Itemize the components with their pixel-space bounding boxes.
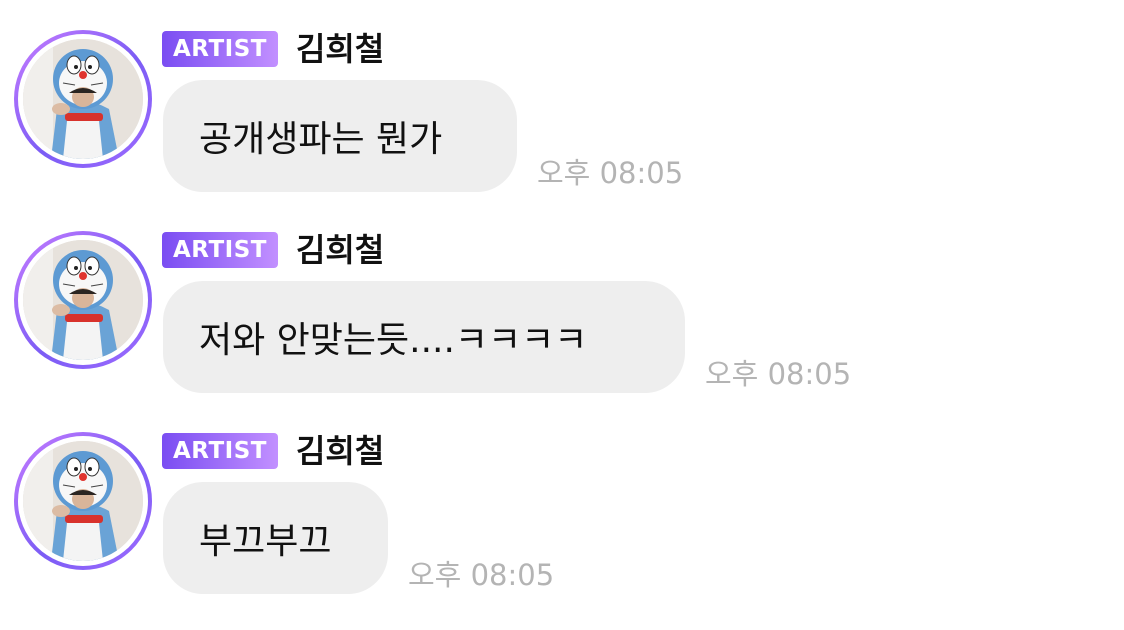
sender-name[interactable]: 김희철 (296, 30, 384, 68)
message-bubble[interactable]: 저와 안맞는듯....ㅋㅋㅋㅋ (163, 281, 685, 393)
chat-message: ARTIST 김희철 공개생파는 뭔가 오후 08:05 (0, 30, 1124, 200)
message-bubble[interactable]: 공개생파는 뭔가 (163, 80, 517, 192)
artist-badge: ARTIST (162, 433, 278, 469)
artist-badge: ARTIST (162, 232, 278, 268)
message-header: ARTIST 김희철 (162, 432, 384, 470)
message-timestamp: 오후 08:05 (537, 156, 684, 190)
avatar[interactable] (14, 231, 152, 369)
chat-message: ARTIST 김희철 부끄부끄 오후 08:05 (0, 432, 1124, 602)
sender-name[interactable]: 김희철 (296, 231, 384, 269)
message-header: ARTIST 김희철 (162, 231, 384, 269)
message-bubble[interactable]: 부끄부끄 (163, 482, 388, 594)
message-timestamp: 오후 08:05 (705, 357, 852, 391)
avatar[interactable] (14, 432, 152, 570)
avatar-photo-icon (23, 441, 143, 561)
message-header: ARTIST 김희철 (162, 30, 384, 68)
sender-name[interactable]: 김희철 (296, 432, 384, 470)
avatar[interactable] (14, 30, 152, 168)
message-timestamp: 오후 08:05 (408, 558, 555, 592)
avatar-photo-icon (23, 39, 143, 159)
artist-badge: ARTIST (162, 31, 278, 67)
chat-message: ARTIST 김희철 저와 안맞는듯....ㅋㅋㅋㅋ 오후 08:05 (0, 231, 1124, 401)
avatar-photo-icon (23, 240, 143, 360)
